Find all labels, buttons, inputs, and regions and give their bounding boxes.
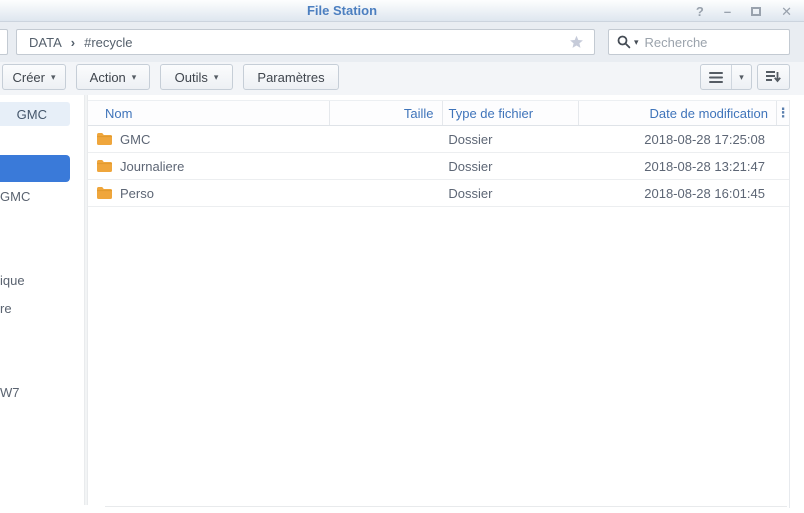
folder-icon [96, 132, 113, 146]
sort-icon [766, 70, 781, 82]
sidebar-item-label: GMC [0, 189, 31, 204]
file-size [328, 180, 440, 206]
settings-button-label: Paramètres [257, 69, 325, 85]
tools-button[interactable]: Outils ▾ [160, 64, 233, 90]
view-mode-caret-icon[interactable]: ▾ [732, 65, 751, 89]
sidebar-item-highlighted[interactable]: GMC [0, 102, 70, 126]
breadcrumb-root[interactable]: DATA [29, 35, 62, 50]
file-modified: 2018-08-28 13:21:47 [644, 158, 765, 174]
window-title: File Station [306, 3, 378, 18]
sidebar-item-label: ique [0, 273, 25, 288]
file-name: Journaliere [120, 158, 185, 174]
table-row[interactable]: GMC Dossier 2018-08-28 17:25:08 [88, 126, 789, 153]
view-mode-split-button: ▾ [700, 64, 752, 90]
file-modified: 2018-08-28 17:25:08 [644, 131, 765, 147]
table-row[interactable]: Journaliere Dossier 2018-08-28 13:21:47 [88, 153, 789, 180]
chevron-down-icon: ▾ [51, 71, 56, 82]
file-type: Dossier [448, 158, 493, 174]
sidebar-item[interactable]: ique [0, 273, 70, 288]
settings-button[interactable]: Paramètres [243, 64, 339, 90]
chevron-right-icon: › [70, 34, 76, 50]
create-button[interactable]: Créer ▾ [2, 64, 66, 90]
maximize-icon[interactable] [751, 5, 762, 18]
cropped-left-button[interactable] [0, 29, 8, 55]
chevron-down-icon: ▾ [131, 71, 137, 82]
action-button-label: Action [89, 69, 126, 85]
folder-icon [96, 186, 113, 200]
sort-button[interactable] [757, 64, 790, 90]
action-button[interactable]: Action ▾ [76, 64, 150, 90]
maximize-box-glyph [751, 6, 762, 16]
column-header-type[interactable]: Type de fichier [443, 101, 580, 125]
file-station-window: File Station ? – ✕ DATA › #recycle ▾ Rec… [0, 0, 804, 513]
window-controls: ? – ✕ [696, 0, 792, 22]
file-size [328, 153, 440, 179]
chevron-down-icon: ▾ [213, 71, 219, 82]
table-header: Nom Taille Type de fichier Date de modif… [88, 100, 790, 126]
breadcrumb[interactable]: DATA › #recycle [16, 29, 595, 55]
search-filter-caret-icon[interactable]: ▾ [634, 37, 639, 48]
sidebar-item-label: re [0, 301, 12, 316]
file-name: GMC [120, 131, 151, 147]
toolbar: Créer ▾ Action ▾ Outils ▾ Paramètres ▾ [0, 62, 804, 95]
sidebar-item-label: GMC [16, 106, 47, 122]
file-size [328, 126, 440, 152]
file-type: Dossier [448, 185, 493, 201]
sidebar-item[interactable]: GMC [0, 189, 70, 204]
file-type: Dossier [448, 131, 493, 147]
list-view-icon [709, 71, 723, 83]
help-icon[interactable]: ? [696, 5, 704, 18]
table-row[interactable]: Perso Dossier 2018-08-28 16:01:45 [88, 180, 789, 207]
content-bottom-divider [105, 506, 787, 507]
sidebar: GMC GMC ique re W7 [0, 95, 86, 513]
tools-button-label: Outils [174, 69, 208, 85]
file-list: Nom Taille Type de fichier Date de modif… [88, 100, 790, 508]
create-button-label: Créer [12, 69, 45, 85]
breadcrumb-current[interactable]: #recycle [84, 35, 132, 50]
minimize-icon[interactable]: – [724, 5, 731, 18]
sidebar-item-label: W7 [0, 385, 20, 400]
sidebar-item-selected[interactable] [0, 155, 70, 182]
file-modified: 2018-08-28 16:01:45 [644, 185, 765, 201]
file-name: Perso [120, 185, 154, 201]
search-input[interactable] [644, 34, 781, 50]
column-header-name[interactable]: Nom [88, 101, 330, 125]
folder-icon [96, 159, 113, 173]
column-options-icon[interactable]: ⋮ [777, 101, 790, 125]
list-view-button[interactable] [701, 65, 732, 89]
search-icon [617, 35, 631, 49]
search-box[interactable]: ▾ [608, 29, 790, 55]
close-icon[interactable]: ✕ [781, 5, 792, 18]
path-bar: DATA › #recycle ▾ [0, 22, 804, 62]
favorite-star-icon[interactable] [569, 35, 584, 49]
column-header-size[interactable]: Taille [330, 101, 443, 125]
sidebar-item[interactable]: re [0, 301, 70, 316]
title-bar: File Station ? – ✕ [0, 0, 804, 22]
sidebar-item[interactable]: W7 [0, 385, 70, 400]
column-header-modified[interactable]: Date de modification [579, 101, 777, 125]
